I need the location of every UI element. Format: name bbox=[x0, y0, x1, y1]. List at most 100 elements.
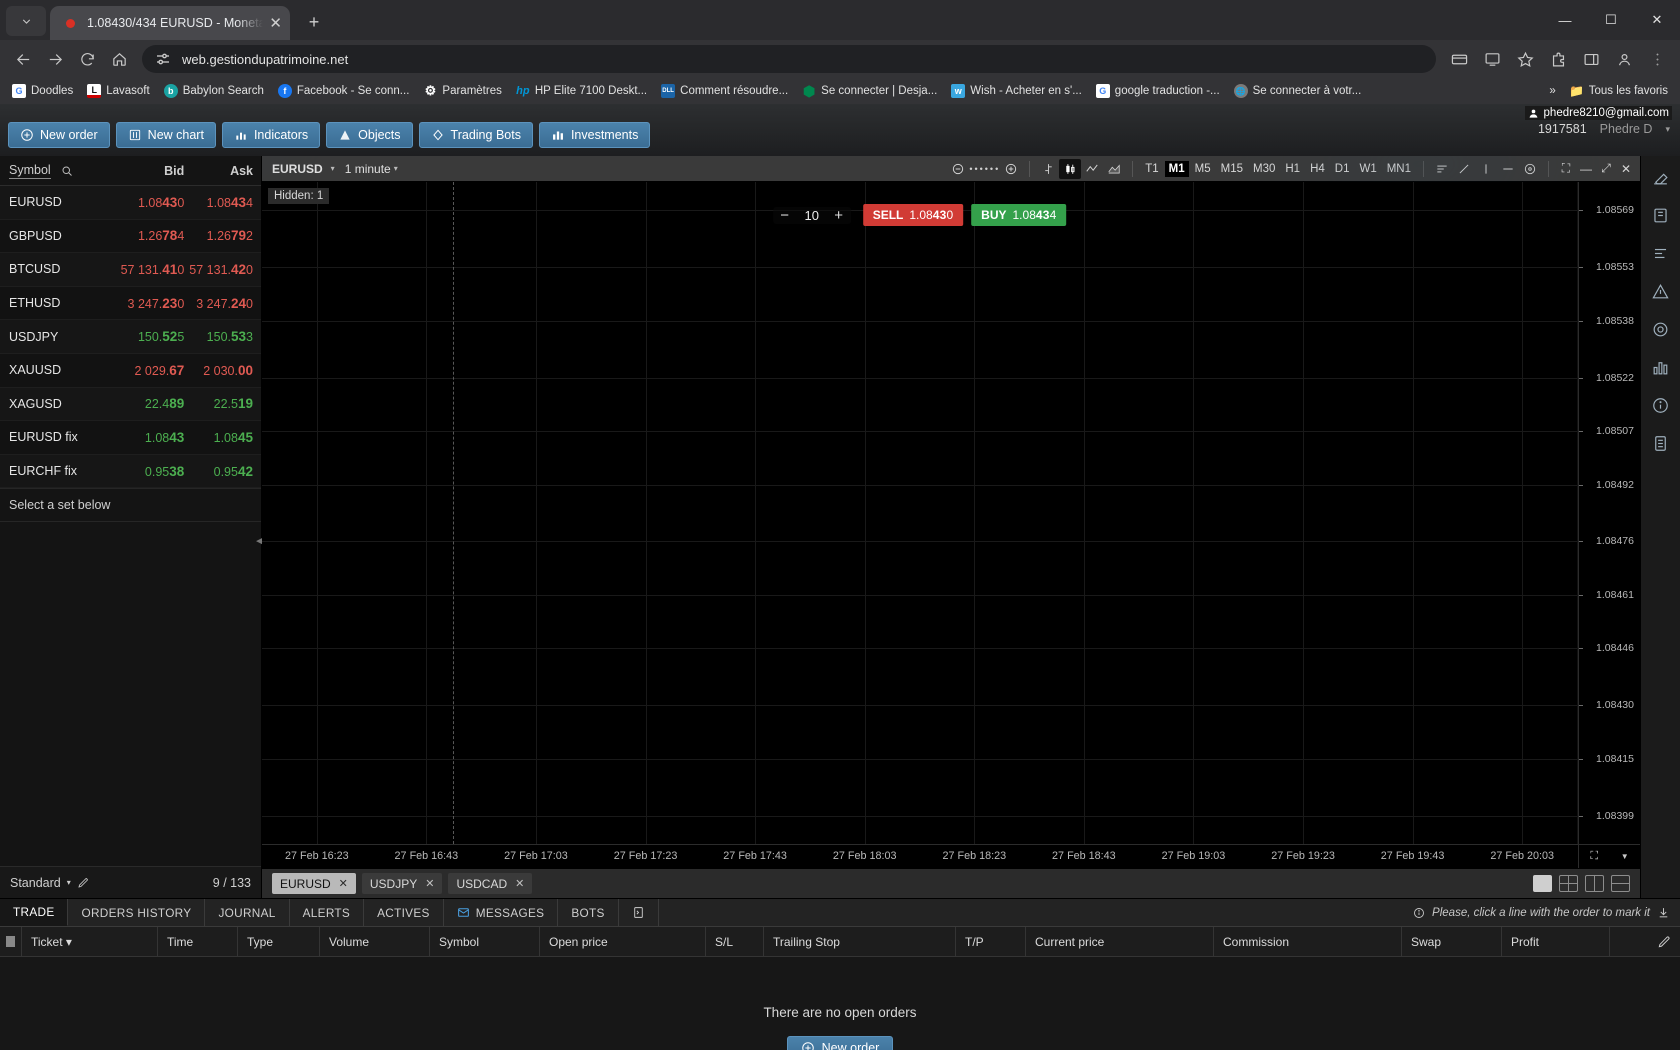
select-set-label[interactable]: Select a set below bbox=[0, 488, 261, 523]
symbol-row[interactable]: USDJPY 150.525 150.533 bbox=[0, 320, 261, 354]
new-order-button-secondary[interactable]: New order bbox=[786, 1036, 894, 1050]
bookmark-item[interactable]: w Wish - Acheter en s'... bbox=[945, 81, 1088, 101]
bookmark-star-icon[interactable] bbox=[1510, 44, 1540, 74]
back-icon[interactable] bbox=[8, 44, 38, 74]
address-bar[interactable]: web.gestiondupatrimoine.net bbox=[142, 45, 1436, 73]
maximize-icon[interactable]: ⤢ bbox=[1596, 159, 1616, 179]
close-icon[interactable]: ✕ bbox=[515, 877, 524, 890]
area-icon[interactable] bbox=[1103, 159, 1125, 179]
trendline-icon[interactable] bbox=[1453, 159, 1475, 179]
trading-bots-button[interactable]: Trading Bots bbox=[418, 121, 533, 148]
timeframe-w1[interactable]: W1 bbox=[1355, 161, 1380, 177]
eraser-icon[interactable] bbox=[1648, 164, 1674, 190]
chart-symbol[interactable]: EURUSD bbox=[272, 162, 323, 176]
account-selector[interactable]: 1917581 Phedre D ▾ bbox=[1538, 122, 1672, 136]
chevron-down-icon[interactable]: ▾ bbox=[394, 164, 398, 173]
chevron-down-icon[interactable]: ▾ bbox=[1665, 124, 1670, 135]
bookmark-item[interactable]: Ggoogle traduction -... bbox=[1090, 81, 1226, 101]
orders-columns-edit-icon[interactable] bbox=[1610, 927, 1680, 957]
tab-alerts[interactable]: ALERTS bbox=[290, 899, 365, 926]
statistics-icon[interactable] bbox=[1648, 354, 1674, 380]
bookmark-item[interactable]: b Babylon Search bbox=[158, 81, 270, 101]
close-icon[interactable]: ✕ bbox=[339, 877, 348, 890]
new-chart-button[interactable]: New chart bbox=[115, 121, 216, 148]
zoom-out-icon[interactable] bbox=[947, 159, 969, 179]
orders-column-header[interactable]: Swap bbox=[1402, 926, 1502, 957]
symbol-row[interactable]: ETHUSD 3 247.230 3 247.240 bbox=[0, 286, 261, 321]
minimize-icon[interactable]: — bbox=[1576, 159, 1596, 179]
timeframe-m15[interactable]: M15 bbox=[1217, 161, 1247, 177]
expand-icon[interactable]: ⛶ bbox=[1556, 159, 1576, 179]
tab-close-icon[interactable]: ✕ bbox=[269, 16, 282, 31]
crosshair-icon[interactable] bbox=[1475, 159, 1497, 179]
orders-column-header[interactable]: Symbol bbox=[430, 926, 540, 957]
bookmark-item[interactable]: DLL Comment résoudre... bbox=[655, 81, 794, 101]
bookmark-item[interactable]: 🌐 Se connecter à votr... bbox=[1228, 81, 1368, 101]
hline-icon[interactable] bbox=[1497, 159, 1519, 179]
chart-timeframe-label[interactable]: 1 minute bbox=[345, 162, 391, 176]
volume-stepper[interactable]: − 10 + bbox=[772, 206, 851, 224]
orders-column-header[interactable]: Ticket ▾ bbox=[22, 926, 158, 957]
info-icon[interactable] bbox=[1648, 392, 1674, 418]
orders-select-all-checkbox[interactable] bbox=[0, 926, 22, 957]
symbol-column-header[interactable]: Symbol bbox=[0, 163, 108, 179]
close-window-button[interactable]: ✕ bbox=[1634, 0, 1680, 40]
timeframe-m5[interactable]: M5 bbox=[1191, 161, 1215, 177]
chrome-menu-icon[interactable] bbox=[1642, 44, 1672, 74]
chevron-down-icon[interactable]: ▼ bbox=[1621, 852, 1629, 861]
hidden-indicators-label[interactable]: Hidden: 1 bbox=[268, 188, 330, 204]
template-icon[interactable] bbox=[1431, 159, 1453, 179]
buy-button[interactable]: BUY 1.08434 bbox=[971, 204, 1067, 226]
layout-quad-icon[interactable] bbox=[1559, 875, 1578, 892]
line-icon[interactable] bbox=[1081, 159, 1103, 179]
account-info[interactable]: phedre8210@gmail.com 1917581 Phedre D ▾ bbox=[1524, 106, 1672, 136]
orders-column-header[interactable]: Time bbox=[158, 926, 238, 957]
volume-value[interactable]: 10 bbox=[797, 208, 827, 223]
symbol-row[interactable]: EURUSD fix 1.0843 1.0845 bbox=[0, 421, 261, 455]
close-icon[interactable]: ✕ bbox=[425, 877, 434, 890]
objects-button[interactable]: Objects bbox=[326, 121, 413, 148]
tab-trade[interactable]: TRADE bbox=[0, 899, 69, 926]
orders-column-header[interactable]: Trailing Stop bbox=[764, 926, 956, 957]
calculator-icon[interactable] bbox=[1648, 430, 1674, 456]
tab-messages[interactable]: MESSAGES bbox=[444, 899, 559, 926]
candles-icon[interactable] bbox=[1059, 158, 1082, 179]
close-icon[interactable]: ✕ bbox=[1616, 159, 1636, 179]
chevron-down-icon[interactable]: ▾ bbox=[331, 164, 335, 173]
timeframe-h1[interactable]: H1 bbox=[1281, 161, 1304, 177]
forward-icon[interactable] bbox=[40, 44, 70, 74]
layout-vertical-icon[interactable] bbox=[1585, 875, 1604, 892]
profile-icon[interactable] bbox=[1609, 44, 1639, 74]
settings-icon[interactable] bbox=[1519, 159, 1541, 179]
orders-column-header[interactable]: S/L bbox=[706, 926, 764, 957]
symbol-row[interactable]: XAGUSD 22.489 22.519 bbox=[0, 387, 261, 422]
bookmarks-overflow-icon[interactable]: » bbox=[1543, 82, 1561, 100]
time-axis[interactable]: ⛶ ▼ 27 Feb 16:23 27 Feb 16:43 27 Feb 17:03… bbox=[262, 844, 1640, 868]
browser-tab[interactable]: 1.08430/434 EURUSD - Monetar ✕ bbox=[50, 6, 290, 40]
alert-icon[interactable] bbox=[1648, 278, 1674, 304]
reload-icon[interactable] bbox=[72, 44, 102, 74]
timeframe-mn1[interactable]: MN1 bbox=[1383, 161, 1415, 177]
price-chart[interactable]: Hidden: 1 − 10 + SELL 1.08430 BUY 1.0843… bbox=[262, 182, 1578, 844]
site-settings-icon[interactable] bbox=[154, 50, 172, 68]
bookmark-item[interactable]: ⚙ Paramètres bbox=[417, 81, 507, 101]
investments-button[interactable]: Investments bbox=[538, 121, 651, 148]
chart-tab-usdjpy[interactable]: USDJPY ✕ bbox=[361, 873, 443, 894]
orders-column-header[interactable]: Current price bbox=[1026, 926, 1214, 957]
tab-journal[interactable]: JOURNAL bbox=[205, 899, 290, 926]
timeframe-t1[interactable]: T1 bbox=[1141, 161, 1162, 177]
symbol-row[interactable]: BTCUSD 57 131.410 57 131.420 bbox=[0, 253, 261, 287]
bookmark-item[interactable]: G Doodles bbox=[6, 81, 79, 101]
gear-icon[interactable] bbox=[1648, 316, 1674, 342]
extensions-icon[interactable] bbox=[1543, 44, 1573, 74]
tab-search-button[interactable] bbox=[6, 6, 46, 36]
layout-single-icon[interactable] bbox=[1533, 875, 1552, 892]
home-icon[interactable] bbox=[104, 44, 134, 74]
symbol-row[interactable]: EURCHF fix 0.9538 0.9542 bbox=[0, 454, 261, 489]
volume-increase-button[interactable]: + bbox=[827, 207, 851, 224]
chart-tab-eurusd[interactable]: EURUSD ✕ bbox=[272, 873, 356, 894]
price-axis[interactable]: 1.08569 1.08553 1.08538 1.08522 1.08507 1.084… bbox=[1578, 182, 1640, 844]
tab-bots[interactable]: BOTS bbox=[558, 899, 619, 926]
payments-icon[interactable] bbox=[1444, 44, 1474, 74]
orders-column-header[interactable]: Open price bbox=[540, 926, 706, 957]
